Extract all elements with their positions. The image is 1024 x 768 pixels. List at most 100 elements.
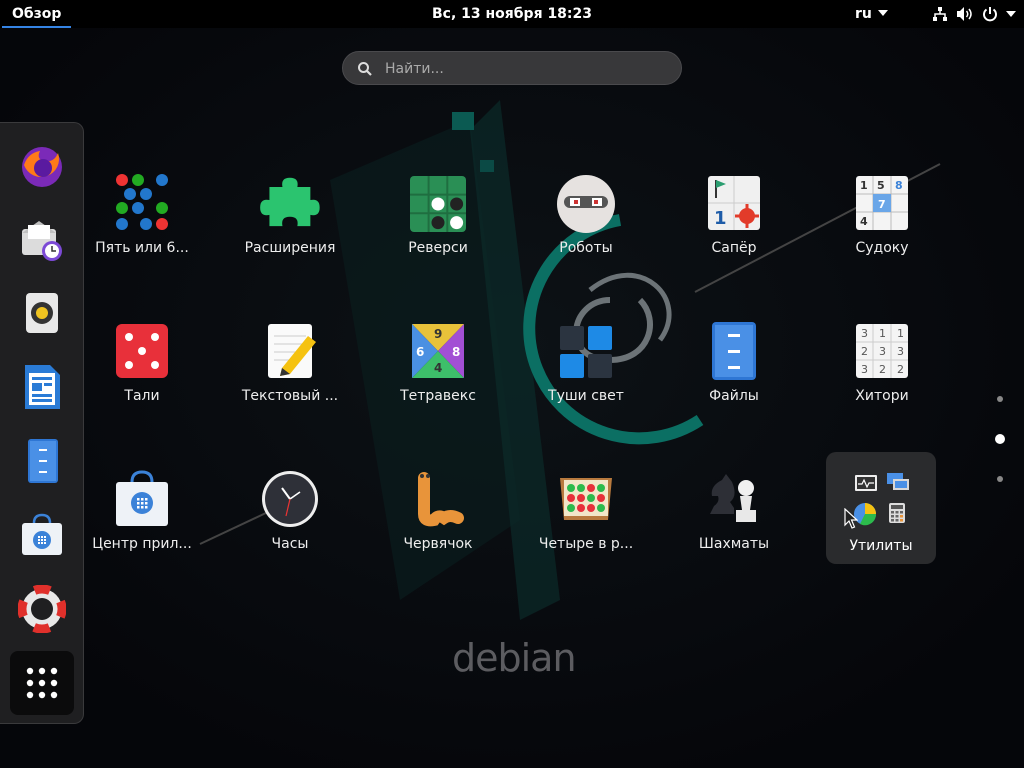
- app-label: Хитори: [855, 388, 909, 404]
- svg-text:1: 1: [714, 208, 727, 229]
- dash-item-software[interactable]: [14, 507, 70, 563]
- svg-text:6: 6: [416, 345, 424, 359]
- app-chess[interactable]: Шахматы: [664, 470, 804, 590]
- network-icon: [933, 7, 947, 21]
- four-in-a-row-board-icon: [560, 478, 612, 520]
- search-box[interactable]: [342, 51, 682, 86]
- svg-text:1: 1: [860, 179, 868, 192]
- robot-head-icon: [557, 175, 615, 233]
- app-five-or-more[interactable]: Пять или 6...: [72, 174, 212, 294]
- dash-item-writer[interactable]: [14, 359, 70, 415]
- power-icon: [983, 7, 997, 22]
- minesweeper-icon: 1: [708, 176, 760, 230]
- app-label: Четыре в р...: [538, 536, 634, 552]
- svg-text:2: 2: [861, 345, 868, 358]
- writer-document-icon: [25, 365, 60, 409]
- mail-clock-icon: [22, 221, 62, 261]
- mouse-pointer-icon: [844, 508, 858, 529]
- app-label: Червячок: [403, 536, 473, 552]
- firefox-icon: [22, 147, 62, 187]
- app-label: Расширения: [244, 240, 336, 256]
- svg-text:3: 3: [897, 345, 904, 358]
- remote-desktop-icon: [887, 473, 909, 490]
- chevron-down-icon: [877, 10, 888, 16]
- chevron-down-icon: [1006, 11, 1016, 17]
- app-lightsoff[interactable]: Туши свет: [516, 322, 656, 442]
- app-nibbles[interactable]: Червячок: [368, 470, 508, 590]
- volume-icon: [957, 7, 972, 21]
- app-label: Центр прил...: [92, 536, 192, 552]
- app-label: Часы: [271, 536, 309, 552]
- app-grid-icon: [26, 667, 58, 699]
- app-clocks[interactable]: Часы: [220, 470, 360, 590]
- language-switcher[interactable]: ru: [855, 0, 888, 28]
- reversi-board-icon: [410, 176, 466, 232]
- app-label: Реверси: [408, 240, 468, 256]
- folder-utilities[interactable]: Утилиты: [826, 452, 936, 564]
- app-label: Пять или 6...: [95, 240, 189, 256]
- svg-text:1: 1: [879, 327, 886, 340]
- app-four-in-a-row[interactable]: Четыре в р...: [516, 470, 656, 590]
- speaker-icon: [26, 293, 58, 333]
- app-label: Шахматы: [698, 536, 770, 552]
- chess-pieces-icon: [710, 474, 756, 522]
- app-robots[interactable]: Роботы: [516, 174, 656, 294]
- sudoku-grid-icon: 158 74: [856, 176, 908, 230]
- activities-button[interactable]: Обзор: [0, 0, 73, 28]
- app-label: Сапёр: [711, 240, 757, 256]
- show-applications-button[interactable]: [10, 651, 74, 715]
- app-sudoku[interactable]: 158 74 Судоку: [812, 174, 952, 294]
- svg-text:3: 3: [861, 327, 868, 340]
- page-dot-3[interactable]: [997, 476, 1003, 482]
- page-indicators: [990, 390, 1010, 490]
- dice-icon: [116, 324, 168, 378]
- svg-text:4: 4: [860, 215, 868, 228]
- app-label: Тали: [124, 388, 160, 404]
- file-cabinet-icon: [28, 439, 58, 483]
- page-dot-2-current[interactable]: [995, 434, 1005, 444]
- app-label: Текстовый ...: [241, 388, 339, 404]
- puzzle-piece-icon: [260, 177, 320, 227]
- lifebuoy-icon: [18, 585, 66, 633]
- top-bar: Обзор Вс, 13 ноября 18:23 ru: [0, 0, 1024, 28]
- svg-text:2: 2: [897, 363, 904, 376]
- shopping-bag-icon: [116, 470, 168, 526]
- five-or-more-icon: [116, 174, 168, 230]
- app-files[interactable]: Файлы: [664, 322, 804, 442]
- app-hitori[interactable]: 311 233 322 Хитори: [812, 322, 952, 442]
- app-label: Роботы: [559, 240, 613, 256]
- clock-icon: [262, 471, 318, 527]
- app-label: Тетравекс: [400, 388, 476, 404]
- hitori-grid-icon: 311 233 322: [856, 324, 908, 378]
- light-tiles-icon: [560, 326, 612, 378]
- app-reversi[interactable]: Реверси: [368, 174, 508, 294]
- app-mines[interactable]: 1 Сапёр: [664, 174, 804, 294]
- language-label: ru: [855, 6, 872, 22]
- system-monitor-icon: [855, 475, 877, 491]
- system-menu[interactable]: [932, 5, 1016, 23]
- dash-item-files[interactable]: [14, 433, 70, 489]
- search-input[interactable]: [383, 52, 667, 86]
- app-text-editor[interactable]: Текстовый ...: [220, 322, 360, 442]
- svg-text:4: 4: [434, 361, 442, 375]
- app-label: Туши свет: [548, 388, 624, 404]
- dash-item-help[interactable]: [14, 581, 70, 637]
- svg-text:7: 7: [878, 198, 886, 211]
- dash-item-rhythmbox[interactable]: [14, 285, 70, 341]
- app-software[interactable]: Центр прил...: [72, 470, 212, 590]
- dash-item-mail[interactable]: [14, 211, 70, 267]
- svg-text:9: 9: [434, 327, 442, 341]
- calculator-icon: [889, 503, 905, 523]
- dash-item-firefox[interactable]: [14, 137, 70, 193]
- svg-text:5: 5: [877, 179, 885, 192]
- app-extensions[interactable]: Расширения: [220, 174, 360, 294]
- text-editor-icon: [268, 324, 316, 378]
- search-icon: [358, 62, 372, 76]
- clock-button[interactable]: Вс, 13 ноября 18:23: [432, 6, 592, 22]
- app-tetravex[interactable]: 9846 Тетравекс: [368, 322, 508, 442]
- file-cabinet-icon: [712, 322, 756, 380]
- app-tali[interactable]: Тали: [72, 322, 212, 442]
- svg-text:8: 8: [895, 179, 903, 192]
- page-dot-1[interactable]: [997, 396, 1003, 402]
- app-label: Судоку: [855, 240, 909, 256]
